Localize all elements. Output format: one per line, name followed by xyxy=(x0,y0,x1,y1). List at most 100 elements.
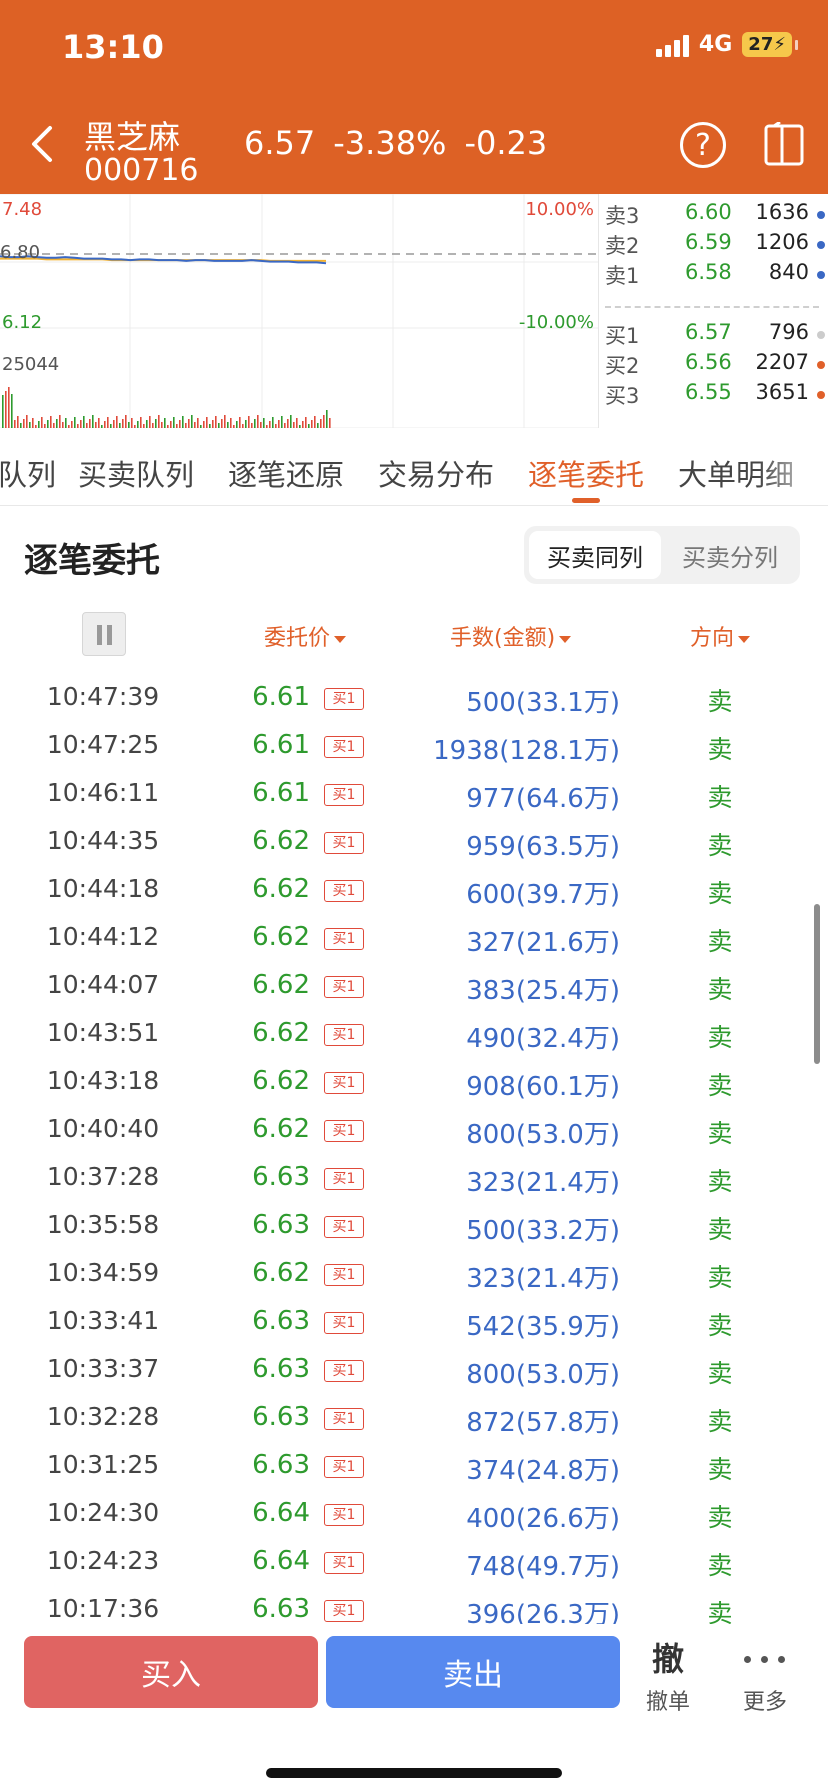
order-amount: 542(35.9万) xyxy=(466,1312,620,1342)
table-row[interactable]: 10:44:35 6.62 买1 959(63.5万) 卖 xyxy=(0,818,828,866)
order-direction: 卖 xyxy=(707,975,733,1004)
volume-bar xyxy=(80,420,82,428)
buy-button[interactable]: 买入 xyxy=(24,1636,318,1708)
tab-bid-ask-queue[interactable]: 买卖队列 xyxy=(78,452,194,494)
table-row[interactable]: 10:24:23 6.64 买1 748(49.7万) 卖 xyxy=(0,1538,828,1586)
volume-bar xyxy=(239,417,241,428)
table-row[interactable]: 10:32:28 6.63 买1 872(57.8万) 卖 xyxy=(0,1394,828,1442)
volume-bar xyxy=(158,415,160,428)
tab-tick-orders[interactable]: 逐笔委托 xyxy=(528,452,644,494)
table-row[interactable]: 10:43:51 6.62 买1 490(32.4万) 卖 xyxy=(0,1010,828,1058)
volume-bar xyxy=(56,419,58,428)
order-price: 6.63 xyxy=(252,1354,310,1384)
help-icon[interactable]: ? xyxy=(680,122,726,168)
cancel-order-button[interactable]: 撤 撤单 xyxy=(636,1634,700,1720)
order-level-badge: 买1 xyxy=(324,1168,364,1190)
detail-tabs: 队列 买卖队列 逐笔还原 交易分布 逐笔委托 大单明细 xyxy=(0,428,828,506)
volume-bar xyxy=(311,420,313,428)
sort-amount[interactable]: 手数(金额) xyxy=(450,620,572,652)
table-row[interactable]: 10:24:30 6.64 买1 400(26.6万) 卖 xyxy=(0,1490,828,1538)
order-direction: 卖 xyxy=(707,831,733,860)
intraday-chart[interactable]: 7.48 10.00% 6.80 6.12 -10.00% 25044 xyxy=(0,193,598,429)
table-row[interactable]: 10:31:25 6.63 买1 374(24.8万) 卖 xyxy=(0,1442,828,1490)
tab-tick-restore[interactable]: 逐笔还原 xyxy=(228,452,344,494)
ask-dot xyxy=(817,271,825,279)
order-time: 10:24:30 xyxy=(46,1498,160,1527)
tab-queue[interactable]: 队列 xyxy=(0,452,56,494)
order-price: 6.63 xyxy=(252,1162,310,1192)
ask-price: 6.58 xyxy=(685,260,732,284)
order-price: 6.62 xyxy=(252,922,310,952)
pause-button[interactable] xyxy=(82,612,126,656)
table-row[interactable]: 10:44:07 6.62 买1 383(25.4万) 卖 xyxy=(0,962,828,1010)
sort-direction-label: 方向 xyxy=(690,626,735,651)
stock-change: -0.23 xyxy=(464,124,548,162)
scrollbar[interactable] xyxy=(814,904,820,1064)
bid-dot xyxy=(817,361,825,369)
back-icon[interactable] xyxy=(28,124,58,164)
volume-bar xyxy=(215,416,217,428)
order-level-badge: 买1 xyxy=(324,832,364,854)
order-level-badge: 买1 xyxy=(324,1600,364,1622)
volume-bar xyxy=(131,418,133,428)
order-amount: 959(63.5万) xyxy=(466,832,620,862)
more-button[interactable]: 更多 xyxy=(730,1634,800,1720)
order-direction: 卖 xyxy=(707,1551,733,1580)
screen-switch-icon[interactable] xyxy=(760,122,808,168)
volume-bar xyxy=(326,410,328,428)
tab-trade-distribution[interactable]: 交易分布 xyxy=(378,452,494,494)
order-price: 6.64 xyxy=(252,1498,310,1528)
table-row[interactable]: 10:47:25 6.61 买1 1938(128.1万) 卖 xyxy=(0,722,828,770)
order-time: 10:43:51 xyxy=(46,1018,160,1047)
volume-bar xyxy=(203,421,205,428)
order-time: 10:46:11 xyxy=(46,778,160,807)
order-time: 10:47:25 xyxy=(46,730,160,759)
sell-button[interactable]: 卖出 xyxy=(326,1636,620,1708)
order-level-badge: 买1 xyxy=(324,1120,364,1142)
table-row[interactable]: 10:33:41 6.63 买1 542(35.9万) 卖 xyxy=(0,1298,828,1346)
stock-quote: 6.57 -3.38% -0.23 xyxy=(244,124,547,162)
order-amount: 396(26.3万) xyxy=(466,1600,620,1624)
seg-split-column[interactable]: 买卖分列 xyxy=(664,531,796,579)
table-row[interactable]: 10:37:28 6.63 买1 323(21.4万) 卖 xyxy=(0,1154,828,1202)
order-direction: 卖 xyxy=(707,1407,733,1436)
table-row[interactable]: 10:33:37 6.63 买1 800(53.0万) 卖 xyxy=(0,1346,828,1394)
order-list[interactable]: 10:47:39 6.61 买1 500(33.1万) 卖 10:47:25 6.61 买1 1… xyxy=(0,674,828,1624)
volume-bar xyxy=(269,421,271,428)
table-row[interactable]: 10:44:12 6.62 买1 327(21.6万) 卖 xyxy=(0,914,828,962)
home-indicator xyxy=(266,1768,562,1778)
table-row[interactable]: 10:35:58 6.63 买1 500(33.2万) 卖 xyxy=(0,1202,828,1250)
ask-label: 卖2 xyxy=(605,234,640,258)
seg-same-column[interactable]: 买卖同列 xyxy=(529,531,661,579)
order-level-badge: 买1 xyxy=(324,784,364,806)
table-row[interactable]: 10:46:11 6.61 买1 977(64.6万) 卖 xyxy=(0,770,828,818)
table-row[interactable]: 10:40:40 6.62 买1 800(53.0万) 卖 xyxy=(0,1106,828,1154)
volume-bar xyxy=(179,420,181,428)
order-amount: 323(21.4万) xyxy=(466,1168,620,1198)
volume-bar xyxy=(191,415,193,428)
volume-bar xyxy=(287,419,289,428)
table-row[interactable]: 10:47:39 6.61 买1 500(33.1万) 卖 xyxy=(0,674,828,722)
bid-label: 买1 xyxy=(605,324,640,348)
volume-bar xyxy=(254,419,256,428)
volume-bar xyxy=(149,416,151,428)
table-row[interactable]: 10:43:18 6.62 买1 908(60.1万) 卖 xyxy=(0,1058,828,1106)
order-direction: 卖 xyxy=(707,1503,733,1532)
volume-bar xyxy=(116,416,118,428)
table-row[interactable]: 10:44:18 6.62 买1 600(39.7万) 卖 xyxy=(0,866,828,914)
order-price: 6.62 xyxy=(252,1066,310,1096)
caret-down-icon xyxy=(559,635,572,643)
table-row[interactable]: 10:17:36 6.63 买1 396(26.3万) 卖 xyxy=(0,1586,828,1624)
order-level-badge: 买1 xyxy=(324,736,364,758)
volume-bar xyxy=(5,391,7,428)
bid-volume: 796 xyxy=(768,320,809,344)
order-price: 6.63 xyxy=(252,1450,310,1480)
order-time: 10:44:18 xyxy=(46,874,160,903)
sort-price[interactable]: 委托价 xyxy=(264,620,347,652)
order-amount: 1938(128.1万) xyxy=(433,736,620,766)
sort-direction[interactable]: 方向 xyxy=(690,620,751,652)
order-amount: 500(33.1万) xyxy=(466,688,620,718)
table-row[interactable]: 10:34:59 6.62 买1 323(21.4万) 卖 xyxy=(0,1250,828,1298)
volume-bar xyxy=(137,421,139,428)
signal-icon xyxy=(655,33,689,57)
